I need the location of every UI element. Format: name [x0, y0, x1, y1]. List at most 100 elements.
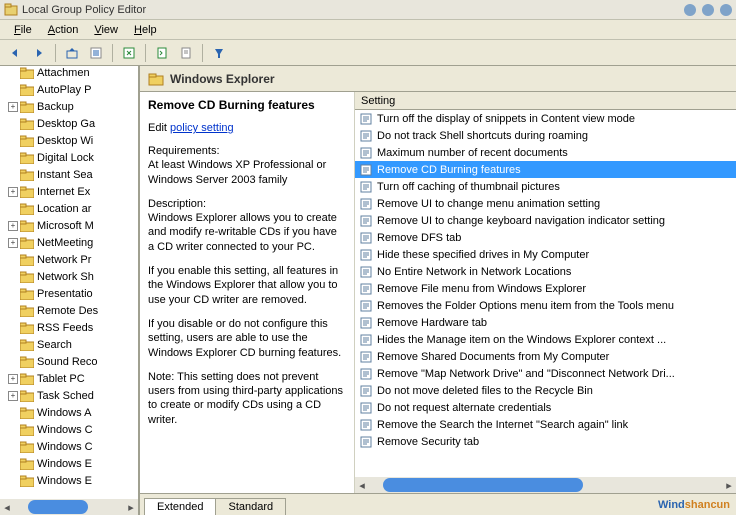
- window-title: Local Group Policy Editor: [22, 4, 684, 16]
- edit-policy-link[interactable]: policy setting: [170, 122, 234, 134]
- tree-item[interactable]: +Backup: [0, 98, 140, 115]
- folder-icon: [20, 237, 34, 249]
- setting-item[interactable]: Remove UI to change menu animation setti…: [355, 195, 736, 212]
- toolbar: [0, 40, 736, 66]
- setting-item[interactable]: Remove DFS tab: [355, 229, 736, 246]
- tree-item-label: Internet Ex: [37, 186, 90, 198]
- requirements-text: At least Windows XP Professional or Wind…: [148, 159, 326, 185]
- setting-icon: [359, 418, 373, 432]
- export-button[interactable]: [175, 42, 197, 64]
- setting-item[interactable]: Remove Hardware tab: [355, 314, 736, 331]
- tab-extended[interactable]: Extended: [144, 498, 216, 515]
- setting-item[interactable]: Hide these specified drives in My Comput…: [355, 246, 736, 263]
- properties-button[interactable]: [118, 42, 140, 64]
- setting-icon: [359, 112, 373, 126]
- tree-item[interactable]: + Microsoft M: [0, 217, 140, 234]
- expander-icon[interactable]: +: [8, 238, 18, 248]
- menu-file[interactable]: File: [6, 22, 40, 38]
- tree-item[interactable]: Location ar: [0, 200, 140, 217]
- list-hscrollbar[interactable]: ◂▸: [355, 477, 736, 493]
- setting-item[interactable]: Remove UI to change keyboard navigation …: [355, 212, 736, 229]
- tree-item[interactable]: Desktop Wi: [0, 132, 140, 149]
- tree-item[interactable]: + Task Sched: [0, 387, 140, 404]
- tab-standard[interactable]: Standard: [215, 498, 286, 515]
- setting-item[interactable]: Do not track Shell shortcuts during roam…: [355, 127, 736, 144]
- tree-item-label: Network Sh: [37, 271, 94, 283]
- tree-item[interactable]: Windows A: [0, 404, 140, 421]
- menu-action[interactable]: Action: [40, 22, 87, 38]
- back-button[interactable]: [4, 42, 26, 64]
- refresh-button[interactable]: [151, 42, 173, 64]
- setting-item[interactable]: Remove "Map Network Drive" and "Disconne…: [355, 365, 736, 382]
- up-button[interactable]: [61, 42, 83, 64]
- setting-item[interactable]: Turn off the display of snippets in Cont…: [355, 110, 736, 127]
- tree-item[interactable]: Desktop Ga: [0, 115, 140, 132]
- tree-item[interactable]: Instant Sea: [0, 166, 140, 183]
- expander-icon[interactable]: +: [8, 374, 18, 384]
- window-buttons: [684, 4, 732, 16]
- expander-icon[interactable]: +: [8, 102, 18, 112]
- tree-item[interactable]: Network Sh: [0, 268, 140, 285]
- tree-item[interactable]: AutoPlay P: [0, 81, 140, 98]
- tree-item-label: Network Pr: [37, 254, 91, 266]
- tree-item-label: Microsoft M: [37, 220, 94, 232]
- setting-item[interactable]: Turn off caching of thumbnail pictures: [355, 178, 736, 195]
- close-button[interactable]: [720, 4, 732, 16]
- tree-item[interactable]: Windows E: [0, 455, 140, 472]
- minimize-button[interactable]: [684, 4, 696, 16]
- tree-item[interactable]: Remote Des: [0, 302, 140, 319]
- setting-item[interactable]: Do not move deleted files to the Recycle…: [355, 382, 736, 399]
- folder-icon: [20, 424, 34, 436]
- tree-item[interactable]: RSS Feeds: [0, 319, 140, 336]
- setting-icon: [359, 146, 373, 160]
- tree-item[interactable]: Sound Reco: [0, 353, 140, 370]
- folder-icon: [148, 72, 164, 86]
- setting-item[interactable]: Hides the Manage item on the Windows Exp…: [355, 331, 736, 348]
- view-tabs: Extended Standard: [140, 493, 736, 515]
- expander-icon[interactable]: +: [8, 187, 18, 197]
- description-p2: If you enable this setting, all features…: [148, 265, 338, 306]
- forward-button[interactable]: [28, 42, 50, 64]
- tree-item-label: Instant Sea: [37, 169, 93, 181]
- tree-item-label: Sound Reco: [37, 356, 98, 368]
- folder-icon: [20, 67, 34, 79]
- watermark: Windshancun: [658, 495, 730, 513]
- tree-item[interactable]: Attachmen: [0, 66, 140, 81]
- tree-pane: Attachmen AutoPlay P+BackupDesktop GaDesk…: [0, 66, 140, 515]
- expander-icon[interactable]: +: [8, 391, 18, 401]
- setting-item[interactable]: Remove File menu from Windows Explorer: [355, 280, 736, 297]
- setting-icon: [359, 435, 373, 449]
- tree-item-label: Attachmen: [37, 67, 90, 79]
- menu-help[interactable]: Help: [126, 22, 165, 38]
- tree-item[interactable]: Presentatio: [0, 285, 140, 302]
- filter-button[interactable]: [208, 42, 230, 64]
- tree-item[interactable]: +NetMeeting: [0, 234, 140, 251]
- tree-item[interactable]: Network Pr: [0, 251, 140, 268]
- tree-item[interactable]: Windows E: [0, 472, 140, 489]
- folder-icon: [20, 390, 34, 402]
- setting-item[interactable]: Remove Security tab: [355, 433, 736, 450]
- setting-item[interactable]: No Entire Network in Network Locations: [355, 263, 736, 280]
- show-tree-button[interactable]: [85, 42, 107, 64]
- setting-item[interactable]: Remove the Search the Internet "Search a…: [355, 416, 736, 433]
- tree-hscrollbar[interactable]: ◂▸: [0, 499, 138, 515]
- folder-icon: [20, 271, 34, 283]
- tree-item[interactable]: Windows C: [0, 421, 140, 438]
- tree-item[interactable]: Search: [0, 336, 140, 353]
- setting-label: Remove UI to change keyboard navigation …: [377, 215, 665, 227]
- setting-item[interactable]: Remove Shared Documents from My Computer: [355, 348, 736, 365]
- column-header-setting[interactable]: Setting: [355, 92, 736, 110]
- setting-icon: [359, 265, 373, 279]
- setting-item[interactable]: Maximum number of recent documents: [355, 144, 736, 161]
- expander-icon[interactable]: +: [8, 221, 18, 231]
- tree-item-label: Task Sched: [37, 390, 94, 402]
- menu-view[interactable]: View: [86, 22, 126, 38]
- maximize-button[interactable]: [702, 4, 714, 16]
- tree-item[interactable]: + Internet Ex: [0, 183, 140, 200]
- setting-item[interactable]: Remove CD Burning features: [355, 161, 736, 178]
- setting-item[interactable]: Removes the Folder Options menu item fro…: [355, 297, 736, 314]
- setting-item[interactable]: Do not request alternate credentials: [355, 399, 736, 416]
- tree-item[interactable]: +Tablet PC: [0, 370, 140, 387]
- tree-item[interactable]: Digital Lock: [0, 149, 140, 166]
- tree-item[interactable]: Windows C: [0, 438, 140, 455]
